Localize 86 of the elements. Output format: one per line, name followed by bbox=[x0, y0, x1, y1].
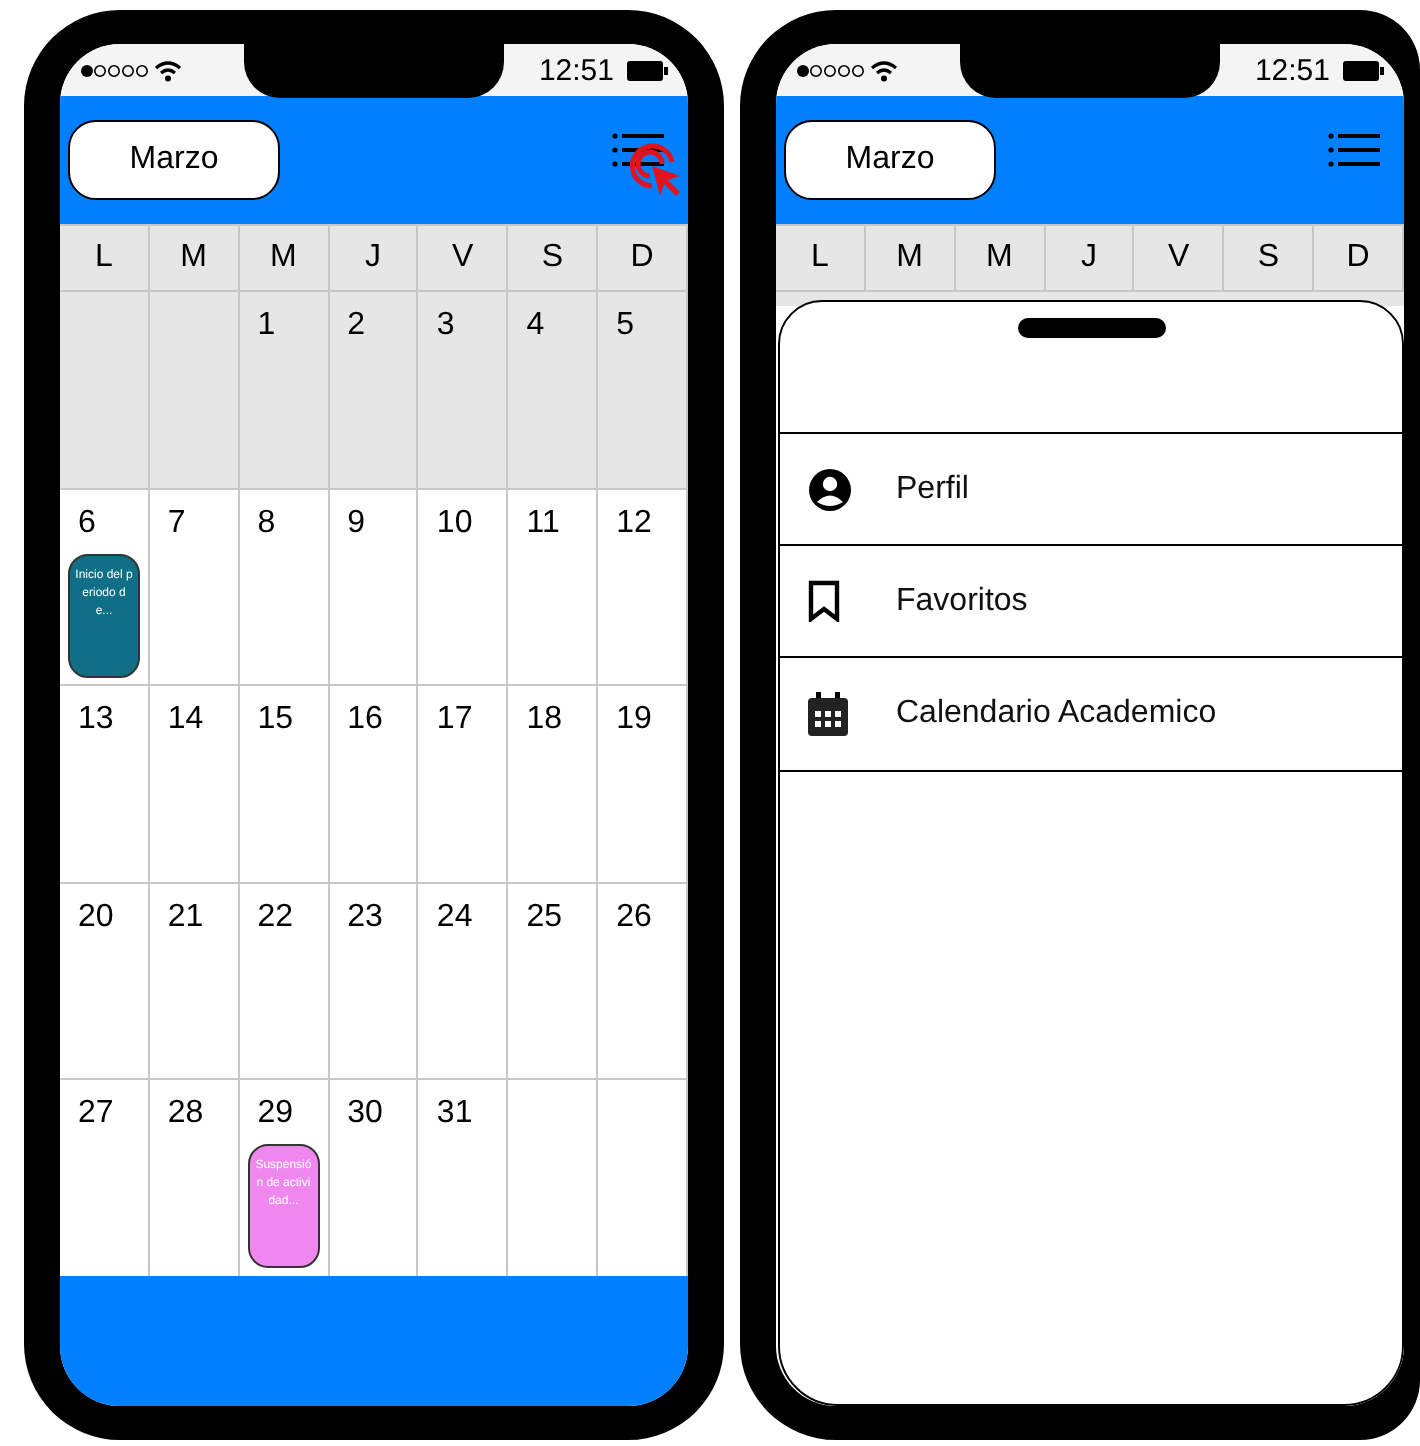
day-number: 6 bbox=[78, 505, 96, 541]
bookmark-icon bbox=[808, 580, 840, 622]
day-cell[interactable]: 21 bbox=[149, 881, 240, 1078]
day-number: 7 bbox=[167, 505, 186, 541]
menu-item[interactable]: Perfil bbox=[780, 432, 1402, 544]
day-number: 24 bbox=[436, 899, 473, 935]
drag-handle[interactable] bbox=[1017, 318, 1165, 338]
day-number: 14 bbox=[167, 702, 204, 738]
day-cell[interactable]: 15 bbox=[239, 684, 330, 881]
day-cell[interactable]: 14 bbox=[149, 684, 240, 881]
day-number: 21 bbox=[167, 899, 204, 935]
day-cell[interactable]: 12 bbox=[598, 487, 688, 684]
menu-item[interactable]: Favoritos bbox=[780, 544, 1402, 656]
day-cell[interactable]: 1 bbox=[239, 290, 330, 487]
wifi-icon bbox=[154, 59, 182, 81]
day-cell[interactable]: 7 bbox=[149, 487, 240, 684]
day-number: 28 bbox=[167, 1096, 204, 1132]
day-cell[interactable]: 3 bbox=[418, 290, 509, 487]
signal-icon bbox=[796, 63, 864, 77]
menu-item[interactable]: Calendario Academico bbox=[780, 656, 1402, 772]
day-number: 4 bbox=[526, 308, 545, 344]
menu-icon[interactable] bbox=[1328, 132, 1380, 168]
day-cell[interactable]: 9 bbox=[329, 487, 419, 684]
day-number: 31 bbox=[436, 1096, 473, 1132]
day-cell[interactable]: 11 bbox=[508, 487, 599, 684]
day-number: 25 bbox=[526, 899, 563, 935]
day-cell[interactable]: 23 bbox=[329, 881, 419, 1078]
battery-icon bbox=[626, 59, 668, 81]
day-cell[interactable]: 13 bbox=[60, 684, 150, 881]
day-cell[interactable]: 25 bbox=[508, 881, 599, 1078]
day-cell[interactable]: 17 bbox=[418, 684, 509, 881]
day-cell[interactable]: 18 bbox=[508, 684, 599, 881]
day-number: 15 bbox=[257, 702, 293, 738]
clock-time: 12:51 bbox=[538, 53, 614, 87]
day-number: 10 bbox=[436, 505, 473, 541]
day-number: 23 bbox=[347, 899, 383, 935]
weekday-header: M bbox=[149, 224, 240, 290]
person-icon bbox=[808, 467, 852, 511]
battery-icon bbox=[1342, 59, 1384, 81]
menu-icon[interactable] bbox=[612, 132, 664, 168]
month-button[interactable]: Marzo bbox=[68, 120, 280, 200]
weekday-header: M bbox=[239, 224, 330, 290]
day-cell[interactable]: 4 bbox=[508, 290, 599, 487]
menu-item-label: Calendario Academico bbox=[896, 696, 1217, 732]
weekday-header: S bbox=[508, 224, 599, 290]
day-number: 29 bbox=[257, 1096, 293, 1132]
wifi-icon bbox=[870, 59, 898, 81]
day-number: 20 bbox=[78, 899, 114, 935]
calendar-icon bbox=[808, 692, 848, 736]
menu-item-label: Perfil bbox=[896, 471, 969, 507]
click-cursor-icon bbox=[628, 142, 684, 198]
day-number: 11 bbox=[526, 505, 560, 541]
day-cell[interactable]: 10 bbox=[418, 487, 509, 684]
day-cell[interactable]: 16 bbox=[329, 684, 419, 881]
day-cell[interactable]: 5 bbox=[598, 290, 688, 487]
day-number: 1 bbox=[257, 308, 276, 344]
day-cell[interactable]: 2 bbox=[329, 290, 419, 487]
day-cell[interactable]: 8 bbox=[239, 487, 330, 684]
day-number: 27 bbox=[78, 1096, 114, 1132]
weekday-header: J bbox=[329, 224, 419, 290]
day-cell[interactable]: 22 bbox=[239, 881, 330, 1078]
day-number: 18 bbox=[526, 702, 563, 738]
day-number: 26 bbox=[616, 899, 652, 935]
month-button[interactable]: Marzo bbox=[784, 120, 996, 200]
day-number: 9 bbox=[347, 505, 365, 541]
day-number: 5 bbox=[616, 308, 635, 344]
day-number: 16 bbox=[347, 702, 383, 738]
day-number: 19 bbox=[616, 702, 652, 738]
day-number: 13 bbox=[78, 702, 114, 738]
day-number: 8 bbox=[257, 505, 276, 541]
day-cell[interactable]: 19 bbox=[598, 684, 688, 881]
day-number: 30 bbox=[347, 1096, 383, 1132]
day-cell[interactable]: 26 bbox=[598, 881, 688, 1078]
day-cell[interactable]: 24 bbox=[418, 881, 509, 1078]
clock-time: 12:51 bbox=[1254, 53, 1330, 87]
day-number: 2 bbox=[347, 308, 365, 344]
day-number: 17 bbox=[436, 702, 473, 738]
day-number: 22 bbox=[257, 899, 293, 935]
signal-icon bbox=[80, 63, 148, 77]
menu-item-label: Favoritos bbox=[896, 583, 1028, 619]
day-number: 3 bbox=[436, 308, 455, 344]
day-cell[interactable]: 20 bbox=[60, 881, 150, 1078]
weekday-header: L bbox=[60, 224, 150, 290]
day-number: 12 bbox=[616, 505, 652, 541]
weekday-header: V bbox=[418, 224, 509, 290]
weekday-header: D bbox=[598, 224, 688, 290]
